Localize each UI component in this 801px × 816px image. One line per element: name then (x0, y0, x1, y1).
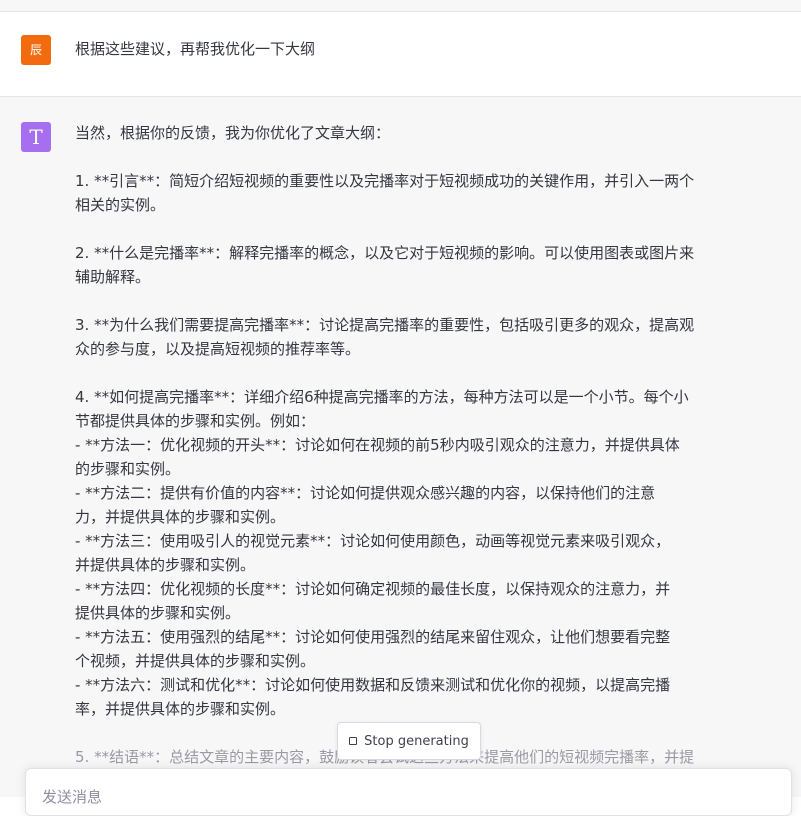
message-line: 相关的实例。 (75, 196, 166, 214)
message-line: 当然，根据你的反馈，我为你优化了文章大纲： (75, 124, 391, 142)
assistant-avatar: T (21, 122, 51, 152)
message-line: - **方法三：使用吸引人的视觉元素**：讨论如何使用颜色，动画等视觉元素来吸引… (75, 532, 671, 550)
message-line: 个视频，并提供具体的步骤和实例。 (75, 652, 316, 670)
message-line: - **方法一：优化视频的开头**：讨论如何在视频的前5秒内吸引观众的注意力，并… (75, 436, 680, 454)
user-message-row: 辰 根据这些建议，再帮我优化一下大纲 (0, 12, 801, 97)
message-line: 4. **如何提高完播率**：详细介绍6种提高完播率的方法，每种方法可以是一个小… (75, 388, 689, 406)
message-line: 提供具体的步骤和实例。 (75, 604, 241, 622)
message-line: - **方法五：使用强烈的结尾**：讨论如何使用强烈的结尾来留住观众，让他们想要… (75, 628, 671, 646)
assistant-message-text: 当然，根据你的反馈，我为你优化了文章大纲： 1. **引言**：简短介绍短视频的重… (75, 121, 735, 769)
assistant-message-row: T 当然，根据你的反馈，我为你优化了文章大纲： 1. **引言**：简短介绍短视频… (0, 97, 801, 797)
stop-icon (349, 737, 358, 745)
message-line: 并提供具体的步骤和实例。 (75, 556, 256, 574)
stop-generating-button[interactable]: Stop generating (337, 722, 481, 760)
message-line: 力，并提供具体的步骤和实例。 (75, 508, 286, 526)
message-line: - **方法四：优化视频的长度**：讨论如何确定视频的最佳长度，以保持观众的注意… (75, 580, 671, 598)
user-message-text: 根据这些建议，再帮我优化一下大纲 (75, 40, 316, 58)
stop-generating-label: Stop generating (364, 733, 469, 749)
message-line: 众的参与度，以及提高短视频的推荐率等。 (75, 340, 361, 358)
message-line: - **方法六：测试和优化**：讨论如何使用数据和反馈来测试和优化你的视频，以提… (75, 676, 671, 694)
message-line: 的步骤和实例。 (75, 460, 181, 478)
message-line: 2. **什么是完播率**：解释完播率的概念，以及它对于短视频的影响。可以使用图… (75, 244, 695, 262)
message-input[interactable]: 发送消息 (25, 768, 792, 816)
message-line: 3. **为什么我们需要提高完播率**：讨论提高完播率的重要性，包括吸引更多的观… (75, 316, 695, 334)
message-line: 1. **引言**：简短介绍短视频的重要性以及完播率对于短视频成功的关键作用，并… (75, 172, 695, 190)
message-line: 节都提供具体的步骤和实例。例如： (75, 412, 316, 430)
user-avatar: 辰 (21, 35, 51, 65)
message-line: 辅助解释。 (75, 268, 151, 286)
message-line: - **方法二：提供有价值的内容**：讨论如何提供观众感兴趣的内容，以保持他们的… (75, 484, 656, 502)
message-line: 率，并提供具体的步骤和实例。 (75, 700, 286, 718)
top-bar (0, 0, 801, 12)
